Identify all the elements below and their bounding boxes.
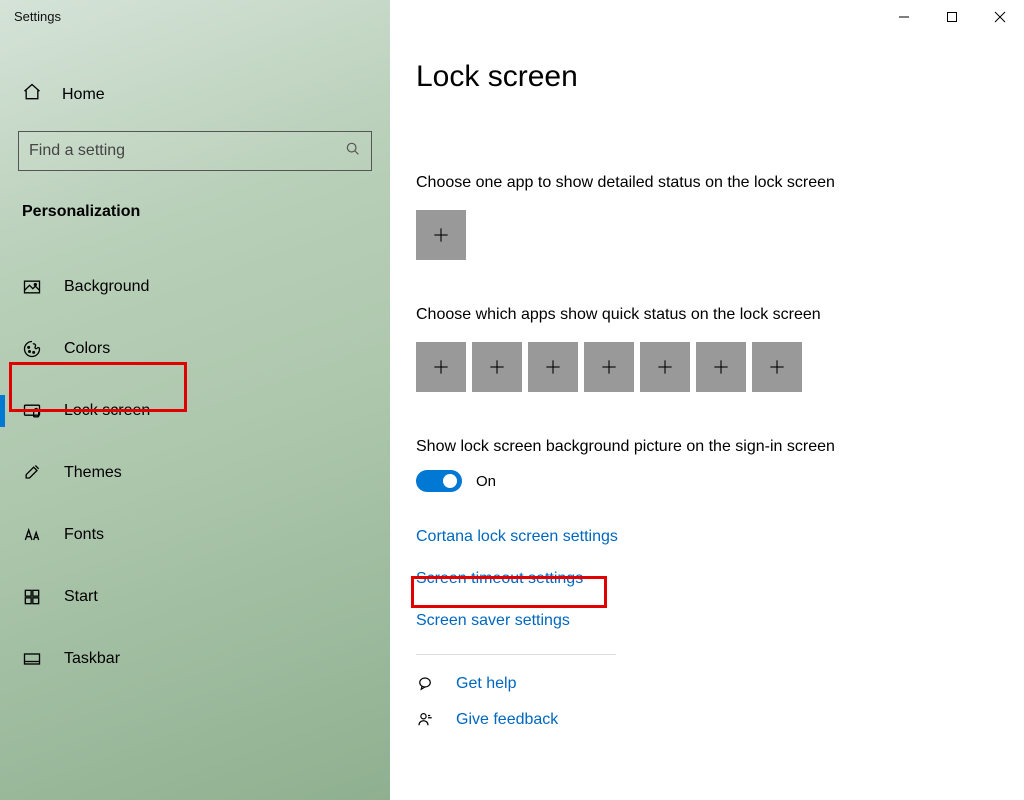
signin-picture-label: Show lock screen background picture on t…: [416, 438, 1004, 456]
feedback-link[interactable]: Give feedback: [456, 711, 558, 729]
search-input-wrap[interactable]: [18, 131, 372, 171]
plus-icon: [599, 357, 619, 377]
add-quick-app-tile[interactable]: [472, 342, 522, 392]
add-quick-app-tile[interactable]: [640, 342, 690, 392]
titlebar-buttons: [880, 0, 1024, 34]
sidebar-item-fonts[interactable]: Fonts: [0, 511, 390, 559]
search-input[interactable]: [29, 142, 345, 160]
toggle-state-label: On: [476, 473, 496, 490]
add-quick-app-tile[interactable]: [416, 342, 466, 392]
sidebar-item-label: Colors: [64, 340, 110, 358]
themes-icon: [22, 463, 42, 483]
sidebar-item-themes[interactable]: Themes: [0, 449, 390, 497]
nav-list: Background Colors Lock screen Themes: [0, 239, 390, 683]
palette-icon: [22, 339, 42, 359]
quick-status-row: [416, 342, 1004, 392]
signin-picture-toggle-row: On: [416, 470, 1004, 492]
category-heading: Personalization: [0, 181, 390, 239]
plus-icon: [711, 357, 731, 377]
signin-picture-toggle[interactable]: [416, 470, 462, 492]
add-quick-app-tile[interactable]: [584, 342, 634, 392]
sidebar-item-taskbar[interactable]: Taskbar: [0, 635, 390, 683]
feedback-row[interactable]: Give feedback: [416, 711, 1004, 729]
sidebar-item-start[interactable]: Start: [0, 573, 390, 621]
add-quick-app-tile[interactable]: [528, 342, 578, 392]
content-pane: Lock screen Choose one app to show detai…: [390, 0, 1024, 800]
settings-window: Settings Home Personalization Background: [0, 0, 1024, 800]
screen-saver-link[interactable]: Screen saver settings: [416, 612, 570, 630]
fonts-icon: [22, 525, 42, 545]
feedback-icon: [416, 711, 436, 729]
annotation-highlight-timeout: [411, 576, 607, 608]
page-title: Lock screen: [416, 60, 1004, 94]
home-label: Home: [62, 86, 105, 104]
taskbar-icon: [22, 649, 42, 669]
add-detailed-app-tile[interactable]: [416, 210, 466, 260]
sidebar-item-label: Background: [64, 278, 149, 296]
help-icon: [416, 675, 436, 693]
plus-icon: [431, 225, 451, 245]
add-quick-app-tile[interactable]: [696, 342, 746, 392]
search-icon: [345, 141, 361, 161]
sidebar-item-label: Themes: [64, 464, 122, 482]
start-icon: [22, 587, 42, 607]
divider: [416, 654, 616, 655]
cortana-settings-link[interactable]: Cortana lock screen settings: [416, 528, 618, 546]
sidebar-item-label: Start: [64, 588, 98, 606]
get-help-row[interactable]: Get help: [416, 675, 1004, 693]
annotation-highlight-sidebar: [9, 362, 187, 412]
plus-icon: [431, 357, 451, 377]
minimize-button[interactable]: [880, 0, 928, 34]
plus-icon: [655, 357, 675, 377]
sidebar-item-label: Taskbar: [64, 650, 120, 668]
close-button[interactable]: [976, 0, 1024, 34]
maximize-button[interactable]: [928, 0, 976, 34]
home-icon: [22, 82, 42, 107]
sidebar-item-label: Fonts: [64, 526, 104, 544]
picture-icon: [22, 277, 42, 297]
home-button[interactable]: Home: [0, 64, 390, 125]
window-title: Settings: [0, 0, 390, 34]
plus-icon: [543, 357, 563, 377]
plus-icon: [767, 357, 787, 377]
sidebar-item-background[interactable]: Background: [0, 263, 390, 311]
get-help-link[interactable]: Get help: [456, 675, 516, 693]
detailed-status-row: [416, 210, 1004, 260]
add-quick-app-tile[interactable]: [752, 342, 802, 392]
plus-icon: [487, 357, 507, 377]
detailed-status-label: Choose one app to show detailed status o…: [416, 174, 1004, 192]
quick-status-label: Choose which apps show quick status on t…: [416, 306, 1004, 324]
